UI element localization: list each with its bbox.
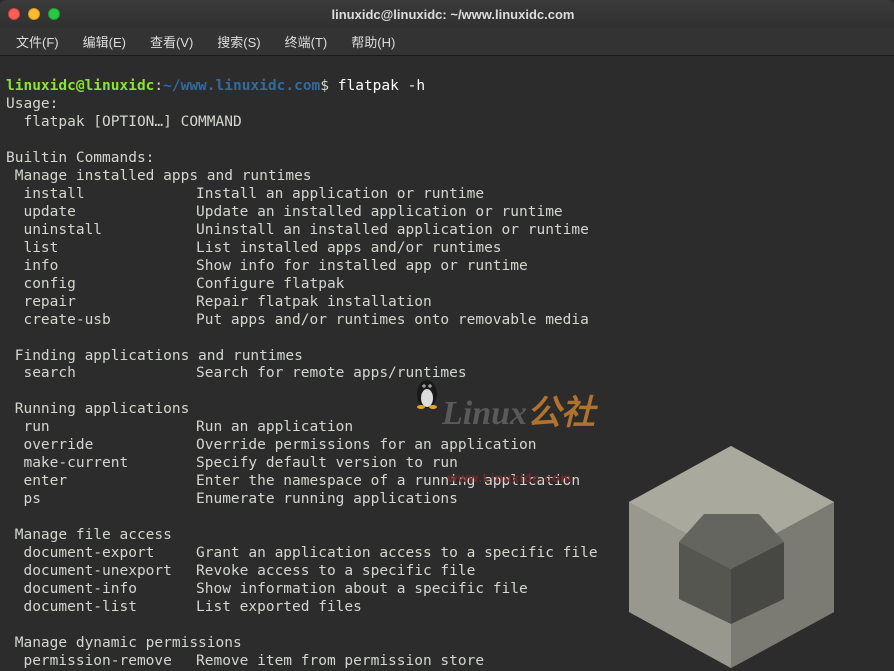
menu-terminal[interactable]: 终端(T) [275,28,338,55]
menu-search[interactable]: 搜索(S) [207,28,270,55]
close-icon[interactable] [8,8,20,20]
command-sections: Manage installed apps and runtimes insta… [6,168,888,671]
section-title: Finding applications and runtimes [6,348,303,364]
help-row: document-exportGrant an application acce… [6,545,598,561]
section-title: Manage dynamic permissions [6,635,242,651]
prompt-path: ~/www.linuxidc.com [163,78,320,94]
help-row: enterEnter the namespace of a running ap… [6,473,580,489]
menu-help[interactable]: 帮助(H) [341,28,405,55]
terminal-output[interactable]: linuxidc@linuxidc:~/www.linuxidc.com$ fl… [0,56,894,671]
window-titlebar: linuxidc@linuxidc: ~/www.linuxidc.com [0,0,894,28]
help-row: psEnumerate running applications [6,491,458,507]
help-row: runRun an application [6,419,353,435]
prompt-user: linuxidc@linuxidc [6,78,154,94]
help-row: document-infoShow information about a sp… [6,581,528,597]
help-row: uninstallUninstall an installed applicat… [6,222,589,238]
minimize-icon[interactable] [28,8,40,20]
help-row: infoShow info for installed app or runti… [6,258,528,274]
prompt-dollar: $ [320,78,329,94]
help-row: create-usbPut apps and/or runtimes onto … [6,312,589,328]
window-title: linuxidc@linuxidc: ~/www.linuxidc.com [60,7,886,22]
help-row: installInstall an application or runtime [6,186,484,202]
section-title: Running applications [6,401,189,417]
menubar: 文件(F) 编辑(E) 查看(V) 搜索(S) 终端(T) 帮助(H) [0,28,894,56]
help-row: overrideOverride permissions for an appl… [6,437,536,453]
help-row: updateUpdate an installed application or… [6,204,563,220]
maximize-icon[interactable] [48,8,60,20]
section-title: Manage file access [6,527,172,543]
help-row: configConfigure flatpak [6,276,344,292]
usage-line: flatpak [OPTION…] COMMAND [6,114,242,130]
help-row: repairRepair flatpak installation [6,294,432,310]
section-title: Manage installed apps and runtimes [6,168,312,184]
help-row: document-listList exported files [6,599,362,615]
usage-label: Usage: [6,96,58,112]
help-row: searchSearch for remote apps/runtimes [6,365,467,381]
command-typed: flatpak -h [338,78,425,94]
help-row: permission-removeRemove item from permis… [6,653,484,669]
help-row: make-currentSpecify default version to r… [6,455,458,471]
menu-file[interactable]: 文件(F) [6,28,69,55]
help-row: listList installed apps and/or runtimes [6,240,502,256]
builtin-header: Builtin Commands: [6,150,154,166]
menu-edit[interactable]: 编辑(E) [73,28,136,55]
prompt-colon: : [154,78,163,94]
help-row: document-unexportRevoke access to a spec… [6,563,475,579]
window-buttons [8,8,60,20]
menu-view[interactable]: 查看(V) [140,28,203,55]
